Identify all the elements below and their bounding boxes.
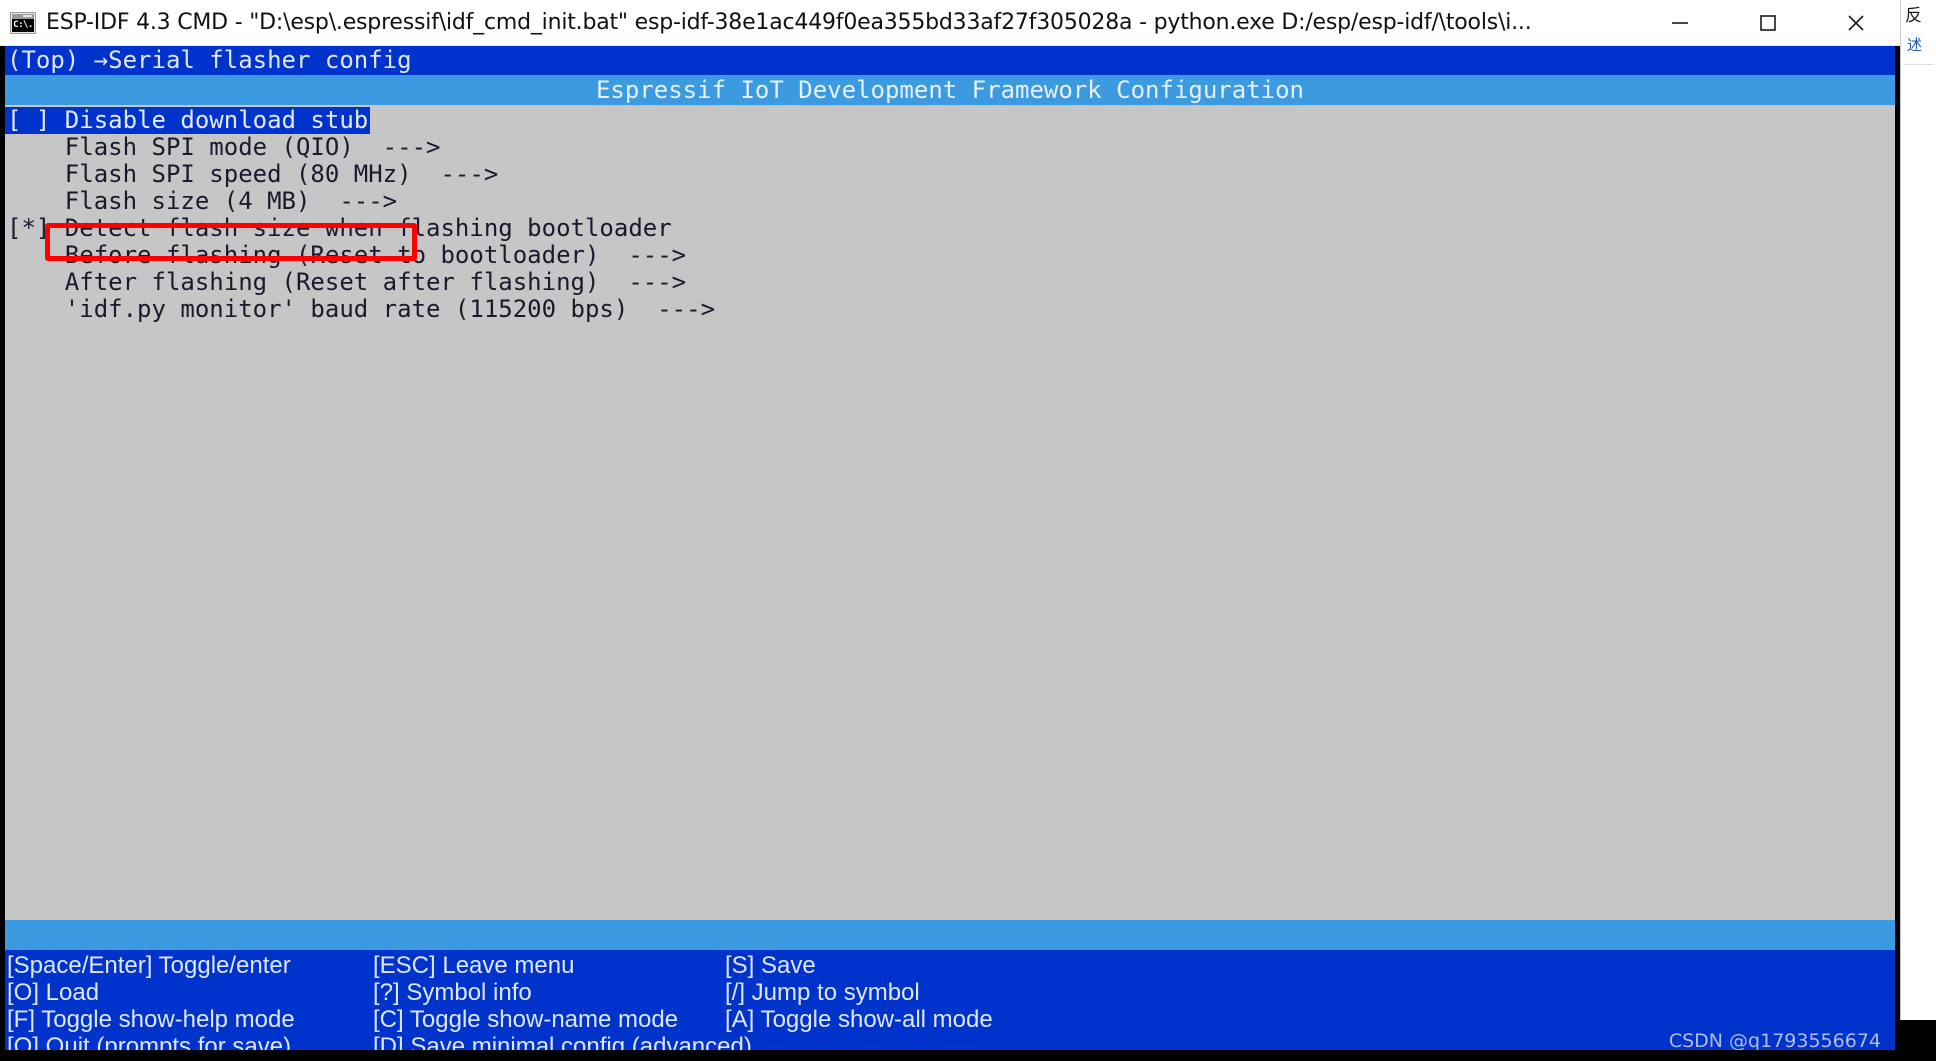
help-shortcut-primary[interactable]: [F] Toggle show-help mode <box>5 1006 373 1033</box>
background-window-right-sliver[interactable]: 反 述 <box>1900 0 1936 1020</box>
background-window-divider <box>1903 64 1934 65</box>
background-window-subtitle: 述 <box>1907 36 1923 54</box>
menu-item[interactable]: 'idf.py monitor' baud rate (115200 bps) … <box>5 296 1895 323</box>
cmd-prompt-icon: C:\. <box>10 11 36 34</box>
breadcrumb: (Top) →Serial flasher config <box>5 46 1895 75</box>
help-row: [F] Toggle show-help mode [C] Toggle show… <box>5 1006 1895 1033</box>
keyboard-help-bar: [Space/Enter] Toggle/enter [ESC] Leave me… <box>5 950 1895 1060</box>
close-button[interactable] <box>1812 0 1900 45</box>
help-shortcut-secondary[interactable]: [?] Symbol info <box>373 979 725 1006</box>
menu-item-row[interactable]: Before flashing (Reset to bootloader) --… <box>5 241 686 269</box>
desktop-background: 反 述 C:\. ESP-IDF 4.3 CMD - "D:\esp\.espr… <box>0 0 1936 1061</box>
menu-item-row[interactable]: After flashing (Reset after flashing) --… <box>5 268 686 296</box>
menu-item-row[interactable]: Flash SPI mode (QIO) ---> <box>5 133 441 161</box>
help-separator <box>5 920 1895 950</box>
background-window-title: 反 <box>1905 6 1922 26</box>
menu-item-row[interactable]: 'idf.py monitor' baud rate (115200 bps) … <box>5 295 715 323</box>
page-title: Espressif IoT Development Framework Conf… <box>5 75 1895 105</box>
help-shortcut-tertiary[interactable]: [/] Jump to symbol <box>725 979 1895 1006</box>
menu-item[interactable]: [*] Detect flash size when flashing boot… <box>5 215 1895 242</box>
help-shortcut-secondary[interactable]: [C] Toggle show-name mode <box>373 1006 725 1033</box>
terminal-surface[interactable]: (Top) →Serial flasher config Espressif I… <box>0 46 1900 1061</box>
menuconfig-screen[interactable]: (Top) →Serial flasher config Espressif I… <box>5 46 1895 1050</box>
title-bar[interactable]: C:\. ESP-IDF 4.3 CMD - "D:\esp\.espressi… <box>0 0 1900 46</box>
help-row: [Space/Enter] Toggle/enter [ESC] Leave me… <box>5 952 1895 979</box>
menu-item[interactable]: Flash size (4 MB) ---> <box>5 188 1895 215</box>
help-shortcut-tertiary[interactable]: [A] Toggle show-all mode <box>725 1006 1895 1033</box>
cmd-icon-screen: C:\. <box>12 18 34 32</box>
menu-list[interactable]: [ ] Disable download stub Flash SPI mode… <box>5 105 1895 323</box>
help-shortcut-primary[interactable]: [O] Load <box>5 979 373 1006</box>
help-row: [O] Load [?] Symbol info [/] Jump to symbo… <box>5 979 1895 1006</box>
csdn-watermark: CSDN @q1793556674 <box>1668 1030 1881 1052</box>
esp-idf-cmd-window[interactable]: C:\. ESP-IDF 4.3 CMD - "D:\esp\.espressi… <box>0 0 1900 1061</box>
maximize-button[interactable] <box>1724 0 1812 45</box>
help-shortcut-tertiary[interactable]: [S] Save <box>725 952 1895 979</box>
menu-item-row[interactable]: [*] Detect flash size when flashing boot… <box>5 214 672 242</box>
menu-item-row[interactable]: Flash size (4 MB) ---> <box>5 187 397 215</box>
help-shortcut-secondary[interactable]: [ESC] Leave menu <box>373 952 725 979</box>
menu-item-row[interactable]: Flash SPI speed (80 MHz) ---> <box>5 160 498 188</box>
menu-item[interactable]: Flash SPI mode (QIO) ---> <box>5 134 1895 161</box>
menu-item-selected[interactable]: [ ] Disable download stub <box>5 107 371 134</box>
menu-item[interactable]: After flashing (Reset after flashing) --… <box>5 269 1895 296</box>
menu-item[interactable]: [ ] Disable download stub <box>5 107 1895 134</box>
help-shortcut-primary[interactable]: [Space/Enter] Toggle/enter <box>5 952 373 979</box>
minimize-button[interactable] <box>1636 0 1724 45</box>
menu-item[interactable]: Before flashing (Reset to bootloader) --… <box>5 242 1895 269</box>
window-title: ESP-IDF 4.3 CMD - "D:\esp\.espressif\idf… <box>46 10 1532 35</box>
terminal-bottom-edge <box>0 1050 1900 1061</box>
menu-item[interactable]: Flash SPI speed (80 MHz) ---> <box>5 161 1895 188</box>
